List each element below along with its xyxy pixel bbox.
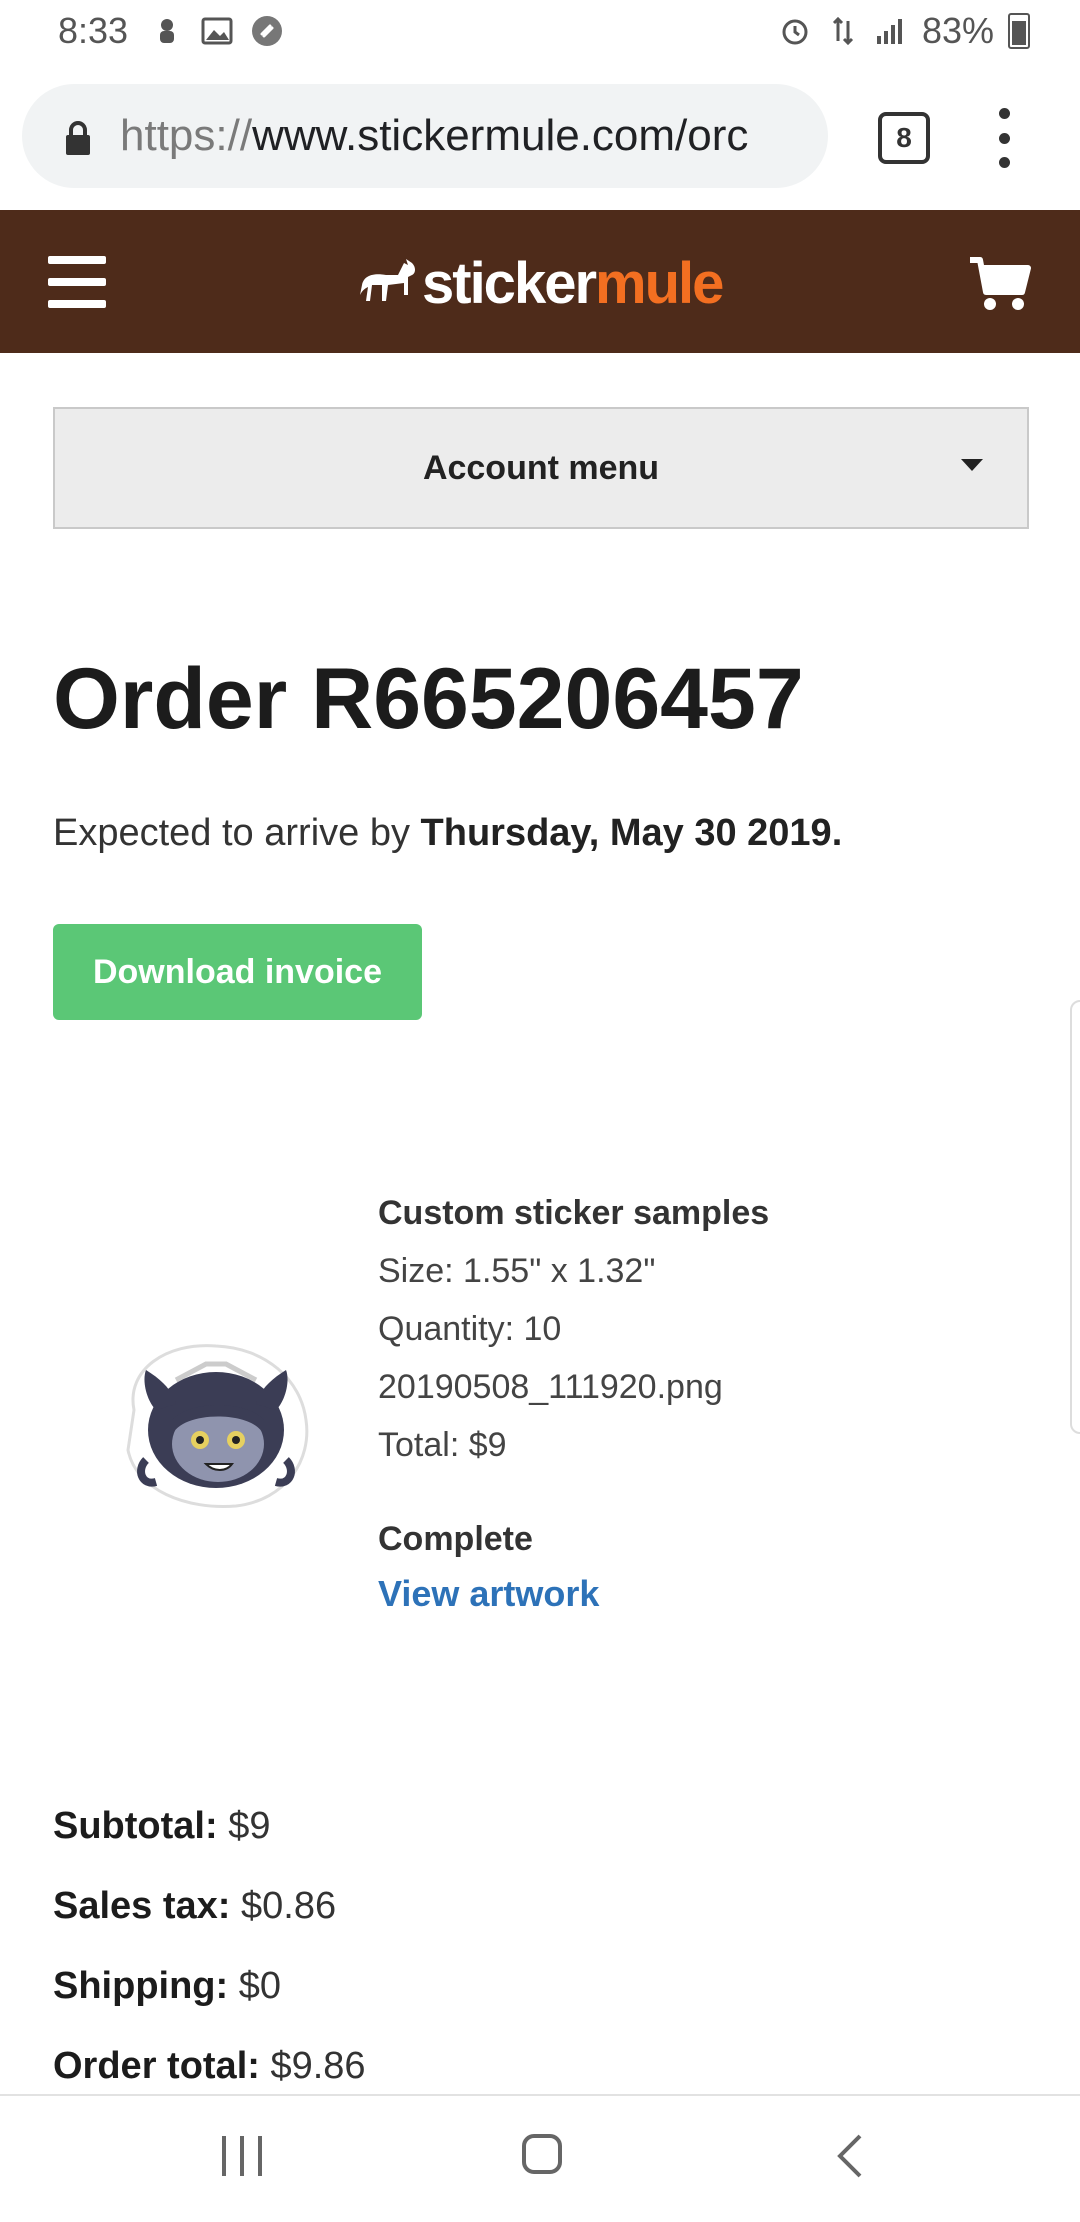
subtotal-value: $9 [217, 1805, 271, 1847]
data-icon [826, 14, 860, 48]
arrival-text: Expected to arrive by Thursday, May 30 2… [53, 812, 842, 855]
hamburger-menu-icon[interactable] [48, 256, 106, 308]
shipping-row: Shipping: $0 [53, 1956, 366, 2036]
subtotal-label: Subtotal: [53, 1805, 218, 1847]
browser-menu-icon[interactable] [994, 108, 1014, 168]
item-total: Total: $9 [378, 1426, 507, 1464]
item-details: Custom sticker samples Size: 1.55" x 1.3… [378, 1184, 769, 1474]
account-menu-dropdown[interactable]: Account menu [53, 407, 1029, 529]
arrival-prefix: Expected to arrive by [53, 812, 421, 854]
url-text[interactable]: https://www.stickermule.com/orc [120, 111, 810, 161]
lock-icon [60, 116, 96, 156]
battery-icon [1008, 13, 1030, 49]
url-host: www.stickermule.com/orc [252, 111, 749, 160]
item-size: Size: 1.55" x 1.32" [378, 1252, 656, 1290]
browser-bar: https://www.stickermule.com/orc 8 [0, 64, 1080, 210]
stickermule-logo[interactable]: sticker mule [358, 248, 724, 318]
address-bar[interactable]: https://www.stickermule.com/orc [22, 84, 828, 188]
logo-text-mule: mule [595, 250, 724, 316]
notification-icon [150, 14, 184, 48]
shipping-label: Shipping: [53, 1965, 229, 2007]
tab-switcher-button[interactable]: 8 [878, 112, 930, 164]
item-quantity: Quantity: 10 [378, 1310, 562, 1348]
sales-tax-value: $0.86 [230, 1885, 337, 1927]
gallery-icon [200, 14, 234, 48]
sales-tax-row: Sales tax: $0.86 [53, 1876, 366, 1956]
recent-apps-icon[interactable] [222, 2136, 262, 2176]
home-icon[interactable] [522, 2134, 562, 2174]
sticker-thumbnail[interactable] [116, 1340, 316, 1510]
site-header: sticker mule [0, 210, 1080, 353]
alarm-icon [778, 14, 812, 48]
back-icon[interactable] [830, 2132, 870, 2180]
download-invoice-button[interactable]: Download invoice [53, 924, 422, 1020]
status-left-icons [150, 14, 284, 48]
side-panel-handle[interactable] [1070, 1000, 1080, 1434]
arrival-date: Thursday, May 30 2019. [420, 812, 843, 854]
battery-percent: 83% [921, 10, 994, 51]
system-nav-bar [0, 2094, 1080, 2222]
order-totals: Subtotal: $9 Sales tax: $0.86 Shipping: … [53, 1796, 366, 2116]
account-menu-label: Account menu [422, 448, 660, 487]
item-name: Custom sticker samples [378, 1194, 770, 1232]
order-total-value: $9.86 [259, 2045, 366, 2087]
logo-text-sticker: sticker [422, 250, 597, 316]
page-title: Order R665206457 [53, 651, 804, 747]
signal-icon [874, 14, 908, 48]
status-bar: 8:33 83% [0, 0, 1080, 64]
chevron-down-icon [961, 459, 983, 471]
status-right: 83% [778, 10, 1030, 52]
sales-tax-label: Sales tax: [53, 1885, 231, 1927]
item-status: Complete [378, 1520, 533, 1558]
shipping-value: $0 [228, 1965, 282, 2007]
view-artwork-link[interactable]: View artwork [378, 1573, 599, 1615]
cart-icon[interactable] [968, 254, 1032, 314]
shazam-icon [250, 14, 284, 48]
order-total-label: Order total: [53, 2045, 260, 2087]
item-filename: 20190508_111920.png [378, 1368, 723, 1406]
status-time: 8:33 [58, 10, 129, 51]
mule-logo-icon [360, 259, 415, 301]
url-protocol: https:// [120, 111, 253, 160]
subtotal-row: Subtotal: $9 [53, 1796, 366, 1876]
